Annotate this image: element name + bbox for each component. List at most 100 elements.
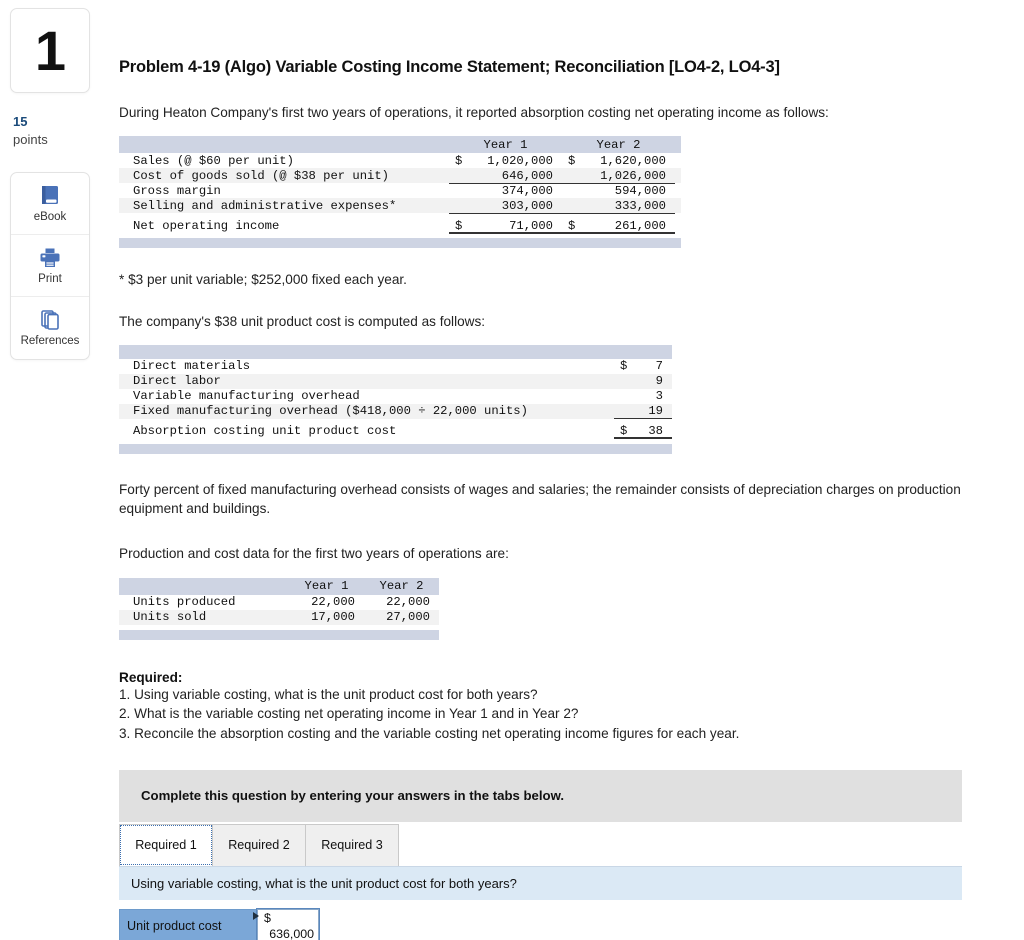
footnote-text: * $3 per unit variable; $252,000 fixed e… bbox=[119, 272, 407, 288]
points-value: 15 bbox=[13, 114, 28, 129]
intro-paragraph: During Heaton Company's first two years … bbox=[119, 105, 829, 120]
row-label: Net operating income bbox=[119, 218, 449, 234]
tab-label: Required 2 bbox=[228, 838, 290, 853]
table-row: Selling and administrative expenses* 303… bbox=[119, 198, 681, 214]
currency-symbol bbox=[568, 199, 578, 213]
table-row: Direct labor 9 bbox=[119, 373, 672, 389]
currency-symbol bbox=[620, 404, 630, 418]
column-header-year2: Year 2 bbox=[562, 136, 675, 154]
currency-symbol: $ bbox=[568, 153, 576, 168]
row-year1-value: 374,000 bbox=[449, 183, 562, 199]
row-value: $38 bbox=[614, 423, 672, 440]
row-year1-value: $1,020,000 bbox=[449, 153, 562, 169]
production-table: Year 1 Year 2 Units produced 22,000 22,0… bbox=[119, 577, 439, 640]
value: 333,000 bbox=[614, 198, 666, 213]
row-label: Direct materials bbox=[119, 358, 614, 374]
value: 646,000 bbox=[501, 168, 553, 183]
overhead-note: Forty percent of fixed manufacturing ove… bbox=[119, 481, 961, 517]
unit-product-cost-input[interactable]: $ 636,000 bbox=[253, 907, 320, 940]
answer-row-label: Unit product cost bbox=[119, 908, 257, 940]
production-exhibit: Year 1 Year 2 Units produced 22,000 22,0… bbox=[119, 577, 1024, 640]
row-year2-value: 594,000 bbox=[562, 183, 675, 199]
value: 9 bbox=[655, 374, 663, 389]
row-value: 9 bbox=[614, 373, 672, 389]
table-footer-band bbox=[119, 443, 672, 454]
value: 1,620,000 bbox=[600, 153, 666, 168]
table-row: Gross margin 374,000 594,000 bbox=[119, 183, 681, 199]
currency-symbol bbox=[455, 199, 465, 213]
row-value: 19 bbox=[614, 403, 672, 420]
table-row: Cost of goods sold (@ $38 per unit) 646,… bbox=[119, 168, 681, 184]
tool-panel: eBook Print References bbox=[10, 172, 90, 361]
ebook-label: eBook bbox=[33, 210, 67, 223]
currency-symbol: $ bbox=[620, 359, 628, 374]
row-year1-value: 22,000 bbox=[289, 594, 364, 610]
problem-page: 1 15 points eBook Print References Probl… bbox=[0, 0, 1024, 940]
currency-symbol: $ bbox=[455, 153, 463, 168]
currency-symbol bbox=[568, 169, 578, 183]
table-row: Sales (@ $60 per unit) $1,020,000 $1,620… bbox=[119, 153, 681, 169]
points-block: 15 points bbox=[10, 113, 110, 148]
row-label: Fixed manufacturing overhead ($418,000 ÷… bbox=[119, 403, 614, 419]
currency-symbol bbox=[620, 389, 630, 403]
row-label: Direct labor bbox=[119, 373, 614, 389]
row-year2-value: 22,000 bbox=[364, 594, 439, 610]
row-year1-value: 17,000 bbox=[289, 609, 364, 625]
unit-cost-exhibit: Direct materials $7 Direct labor 9 Varia… bbox=[119, 344, 1024, 454]
column-header-year2: Year 2 bbox=[364, 577, 439, 595]
tab-label: Required 3 bbox=[321, 838, 383, 853]
required-item-3: 3. Reconcile the absorption costing and … bbox=[119, 726, 740, 742]
production-intro: Production and cost data for the first t… bbox=[119, 546, 509, 562]
row-year1-value: $71,000 bbox=[449, 218, 562, 234]
value: 594,000 bbox=[614, 184, 666, 199]
table-row: Units produced 22,000 22,000 bbox=[119, 594, 439, 610]
ebook-button[interactable]: eBook bbox=[11, 173, 89, 236]
value: 1,026,000 bbox=[600, 168, 666, 183]
row-label: Sales (@ $60 per unit) bbox=[119, 153, 449, 169]
tab-required-1[interactable]: Required 1 bbox=[119, 823, 213, 866]
answer-banner: Complete this question by entering your … bbox=[119, 769, 962, 822]
table-row: Net operating income $71,000 $261,000 bbox=[119, 218, 681, 234]
left-rail: 1 15 points eBook Print References bbox=[0, 0, 110, 940]
value: 38 bbox=[648, 424, 663, 439]
row-value: $7 bbox=[614, 358, 672, 374]
row-label: Variable manufacturing overhead bbox=[119, 388, 614, 404]
cell-marker-icon bbox=[253, 911, 259, 920]
input-currency-symbol: $ bbox=[264, 910, 271, 925]
print-button[interactable]: Print bbox=[11, 235, 89, 298]
row-year2-value: 333,000 bbox=[562, 198, 675, 214]
row-label: Selling and administrative expenses* bbox=[119, 198, 449, 214]
tab-label: Required 1 bbox=[135, 838, 197, 853]
row-value: 3 bbox=[614, 388, 672, 404]
value: 3 bbox=[655, 389, 663, 404]
row-year2-value: $1,620,000 bbox=[562, 153, 675, 169]
input-value: 636,000 bbox=[269, 926, 314, 940]
table-header-row: Year 1 Year 2 bbox=[119, 577, 439, 595]
table-footer-band bbox=[119, 238, 681, 249]
row-year2-value: $261,000 bbox=[562, 218, 675, 234]
currency-symbol bbox=[620, 374, 630, 388]
income-statement-exhibit: Year 1 Year 2 Sales (@ $60 per unit) $1,… bbox=[119, 136, 1024, 249]
table-header-row: Year 1 Year 2 bbox=[119, 136, 681, 154]
tab-required-2[interactable]: Required 2 bbox=[212, 823, 306, 866]
currency-symbol: $ bbox=[568, 218, 576, 233]
references-button[interactable]: References bbox=[11, 297, 89, 359]
currency-symbol bbox=[455, 169, 465, 183]
row-label: Units sold bbox=[119, 609, 289, 625]
table-row: Absorption costing unit product cost $38 bbox=[119, 423, 672, 440]
print-label: Print bbox=[38, 272, 62, 285]
value: 1,020,000 bbox=[487, 153, 553, 168]
column-header-year1: Year 1 bbox=[289, 577, 364, 595]
references-icon bbox=[37, 308, 63, 332]
question-number: 1 bbox=[34, 18, 66, 82]
row-year1-value: 646,000 bbox=[449, 168, 562, 184]
table-header-band bbox=[119, 344, 672, 359]
table-row: Units sold 17,000 27,000 bbox=[119, 609, 439, 625]
currency-symbol bbox=[455, 184, 465, 198]
value: 261,000 bbox=[614, 218, 666, 233]
value: 374,000 bbox=[501, 184, 553, 199]
tab-required-3[interactable]: Required 3 bbox=[305, 823, 399, 866]
row-label: Cost of goods sold (@ $38 per unit) bbox=[119, 168, 449, 184]
references-label: References bbox=[20, 335, 80, 348]
value: 7 bbox=[655, 359, 663, 374]
